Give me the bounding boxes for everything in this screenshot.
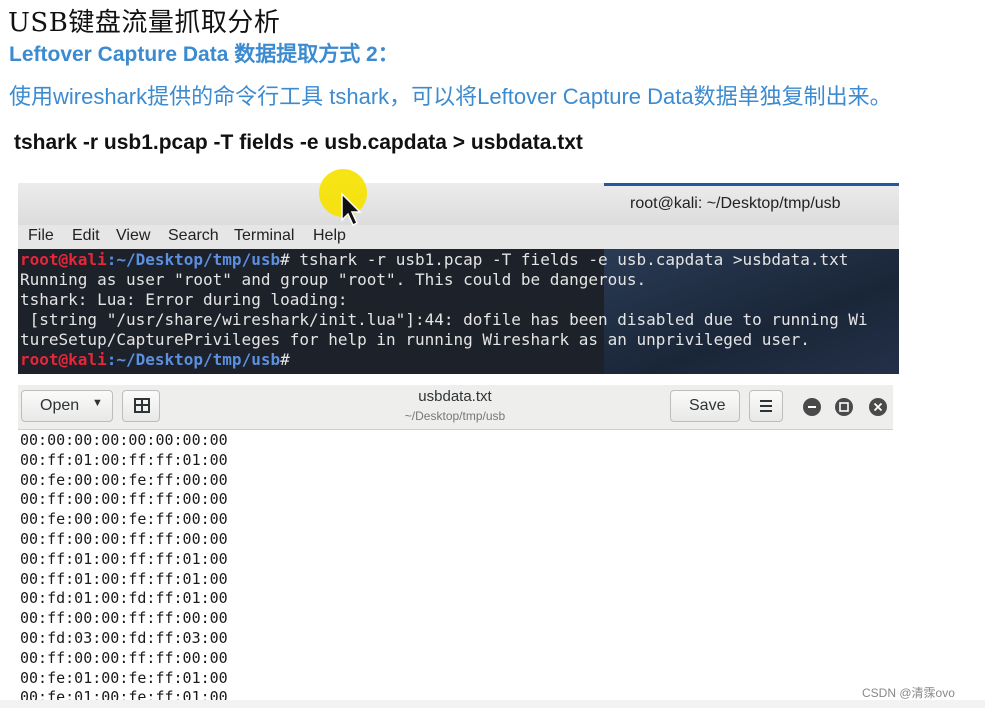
menu-file[interactable]: File [28,227,54,245]
prompt-symbol: # [280,250,290,269]
tshark-command-text: tshark -r usb1.pcap -T fields -e usb.cap… [14,131,583,154]
terminal-line: tshark: Lua: Error during loading: [20,290,348,309]
minimize-button[interactable] [803,398,821,416]
menu-view[interactable]: View [116,227,150,245]
terminal-line: tureSetup/CapturePrivileges for help in … [20,330,810,349]
terminal-command: tshark -r usb1.pcap -T fields -e usb.cap… [289,250,849,269]
menu-help[interactable]: Help [313,227,346,245]
slide-title: USB键盘流量抓取分析 [8,8,281,38]
menu-terminal[interactable]: Terminal [234,227,294,245]
terminal-window[interactable]: root@kali: ~/Desktop/tmp/usb File Edit V… [18,183,899,374]
editor-line: 00:fd:03:00:fd:ff:03:00 [20,628,228,647]
prompt-symbol: # [280,350,290,369]
minimize-icon [808,406,816,408]
prompt-path: :~/Desktop/tmp/usb [106,350,281,369]
desktop-strip [604,183,899,186]
menu-edit[interactable]: Edit [72,227,100,245]
save-button-label: Save [689,397,726,414]
cursor-icon [341,192,362,227]
csdn-watermark: CSDN @清霂ovo [862,686,955,700]
editor-line: 00:fe:00:00:fe:ff:00:00 [20,470,228,489]
pin-document-icon [134,398,150,413]
terminal-menubar: File Edit View Search Terminal Help [18,225,899,249]
editor-filepath: ~/Desktop/tmp/usb [404,409,506,423]
terminal-titlebar[interactable]: root@kali: ~/Desktop/tmp/usb [18,183,899,225]
hamburger-menu-button[interactable] [749,390,783,422]
slide-description: 使用wireshark提供的命令行工具 tshark，可以将Leftover C… [9,84,892,109]
editor-line: 00:ff:00:00:ff:ff:00:00 [20,609,228,628]
save-button[interactable]: Save [670,390,740,422]
close-icon [873,402,883,412]
terminal-line-command: root@kali:~/Desktop/tmp/usb# tshark -r u… [20,250,898,270]
editor-line: 00:fe:00:00:fe:ff:00:00 [20,510,228,529]
editor-line: 00:ff:01:00:ff:ff:01:00 [20,569,228,588]
terminal-window-title: root@kali: ~/Desktop/tmp/usb [630,195,841,212]
pin-document-button[interactable] [122,390,160,422]
editor-line: 00:00:00:00:00:00:00:00 [20,431,228,449]
editor-line: 00:ff:01:00:ff:ff:01:00 [20,549,228,568]
editor-line: 00:ff:00:00:ff:ff:00:00 [20,529,228,548]
open-button-label: Open [40,397,80,414]
maximize-icon [839,402,849,412]
menu-search[interactable]: Search [168,227,219,245]
editor-filename: usbdata.txt [418,388,492,405]
bottom-strip [0,700,985,708]
close-button[interactable] [869,398,887,416]
open-dropdown-icon: ▼ [92,397,103,409]
prompt-user: root@kali [20,350,107,369]
slide-subtitle: Leftover Capture Data 数据提取方式 2： [9,43,399,66]
open-button[interactable]: Open ▼ [21,390,113,422]
hamburger-menu-icon [760,400,772,412]
editor-text-area[interactable]: 00:00:00:00:00:00:00:00 00:ff:01:00:ff:ff… [20,431,890,708]
text-editor-window[interactable]: Open ▼ usbdata.txt ~/Desktop/tmp/usb Sav… [18,385,893,708]
editor-line: 00:ff:00:00:ff:ff:00:00 [20,648,228,667]
terminal-line: [string "/usr/share/wireshark/init.lua"]… [20,310,868,329]
editor-line: 00:ff:00:00:ff:ff:00:00 [20,490,228,509]
terminal-line: Running as user "root" and group "root".… [20,270,647,289]
prompt-user: root@kali [20,250,107,269]
prompt-path: :~/Desktop/tmp/usb [106,250,281,269]
maximize-button[interactable] [835,398,853,416]
editor-line: 00:ff:01:00:ff:ff:01:00 [20,450,228,469]
terminal-line-prompt: root@kali:~/Desktop/tmp/usb# [20,350,898,370]
editor-headerbar: Open ▼ usbdata.txt ~/Desktop/tmp/usb Sav… [18,385,893,430]
editor-line: 00:fd:01:00:fd:ff:01:00 [20,589,228,608]
editor-line: 00:fe:01:00:fe:ff:01:00 [20,668,228,687]
terminal-output[interactable]: root@kali:~/Desktop/tmp/usb# tshark -r u… [20,250,898,374]
